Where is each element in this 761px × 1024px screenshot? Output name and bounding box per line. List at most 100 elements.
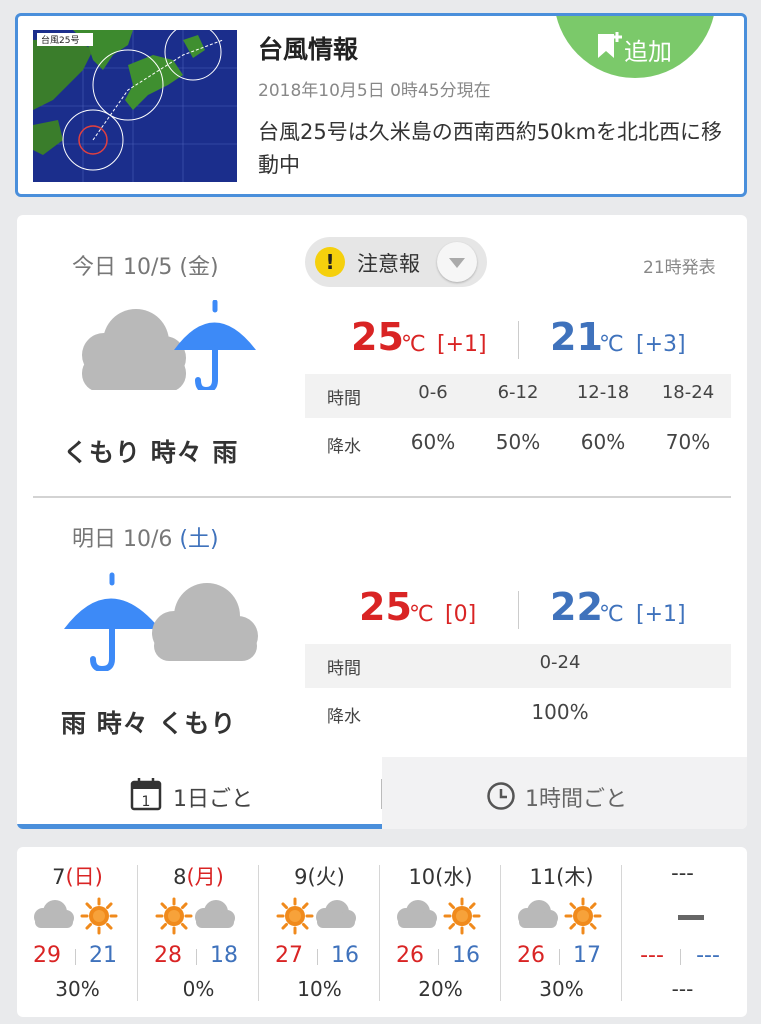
weekly-day[interactable]: 11(木) 26 17 30% — [501, 847, 622, 1017]
weekly-high: 28 — [154, 943, 182, 968]
sun-cloud-icon — [276, 897, 356, 935]
weekly-low: 17 — [573, 943, 601, 968]
tab-daily-label: 1日ごと — [173, 787, 253, 812]
umbrella-icon — [64, 572, 160, 671]
forecast-card: 今日 10/5 (金) くもり 時々 雨 ! 注意報 21時発表 25 ℃ [+… — [17, 215, 747, 829]
tomorrow-high-temp: 25 — [359, 585, 412, 629]
table-row: 降水 100% — [305, 688, 731, 740]
precip-header: 降水 — [327, 707, 361, 727]
weekly-date: 7(日) — [17, 861, 138, 891]
tomorrow-low-temp: 22 — [550, 585, 603, 629]
tomorrow-high-unit: ℃ — [409, 602, 434, 627]
weekly-day-number: 11 — [529, 865, 557, 889]
weekly-low: 18 — [210, 943, 238, 968]
weekly-high: 27 — [275, 943, 303, 968]
cloud-icon — [34, 900, 74, 928]
time-cell: 12-18 — [576, 382, 630, 403]
weekly-day[interactable]: 9(火) 27 16 10% — [259, 847, 380, 1017]
cloud-rain-icon — [82, 300, 256, 390]
weekly-low: 16 — [331, 943, 359, 968]
cloud-icon — [397, 900, 437, 928]
weekly-day-number: --- — [671, 861, 694, 885]
tomorrow-precip-table: 時間 0-24 降水 100% — [305, 644, 731, 740]
cloud-icon — [195, 900, 235, 928]
weekly-day-number: 8 — [173, 865, 187, 889]
precip-cell: 100% — [531, 700, 589, 724]
warning-alert-toggle[interactable]: ! 注意報 — [305, 237, 487, 287]
time-header: 時間 — [327, 389, 361, 409]
weekly-dow: (火) — [307, 865, 345, 889]
tab-daily[interactable]: 1 1日ごと — [17, 757, 382, 829]
weekly-day-number: 10 — [408, 865, 436, 889]
section-divider — [33, 496, 731, 498]
cloud-sun-icon — [34, 897, 118, 935]
chevron-down-icon[interactable] — [437, 242, 477, 282]
typhoon-title: 台風情報 — [258, 35, 359, 64]
tab-hourly[interactable]: 1時間ごと — [382, 757, 747, 829]
weekly-day[interactable]: --- --- --- --- — [622, 847, 743, 1017]
tomorrow-condition: 雨 時々 くもり — [61, 709, 237, 738]
typhoon-info-card[interactable]: 台風25号 台風情報 2018年10月5日 0時45分現在 台風25号は久米島の… — [15, 13, 747, 197]
temp-divider — [518, 321, 519, 359]
active-tab-underline — [17, 824, 382, 829]
calendar-day: 1 — [142, 794, 151, 810]
sun-icon — [155, 897, 193, 935]
weekly-dow: (日) — [65, 865, 103, 889]
precip-cell: 70% — [665, 430, 711, 454]
weekly-temp-divider — [196, 949, 197, 965]
weekly-high: 29 — [33, 943, 61, 968]
sun-icon — [276, 897, 314, 935]
tomorrow-low-diff: [+1] — [636, 602, 686, 627]
rain-cloud-icon — [64, 572, 258, 671]
bookmark-plus-icon — [598, 32, 622, 58]
typhoon-track-map[interactable]: 台風25号 — [33, 30, 237, 182]
weekly-temp-divider — [75, 949, 76, 965]
weekly-day[interactable]: 10(水) 26 16 20% — [380, 847, 501, 1017]
weekly-high: 26 — [396, 943, 424, 968]
cloud-sun-icon — [518, 897, 602, 935]
weekly-precip: 30% — [539, 977, 584, 1001]
tomorrow-date: 明日 10/6 — [72, 527, 180, 552]
precip-cell: 50% — [495, 430, 541, 454]
weekly-low: --- — [696, 943, 720, 968]
weekly-precip: 0% — [182, 977, 215, 1001]
table-row: 降水 60% 50% 60% 70% — [305, 418, 731, 470]
exclamation-icon: ! — [315, 247, 345, 277]
alert-label: 注意報 — [357, 252, 420, 276]
weekly-day[interactable]: 8(月) 28 18 0% — [138, 847, 259, 1017]
dash-icon — [678, 915, 704, 920]
today-label: 今日 10/5 (金) — [72, 255, 219, 280]
sun-icon — [564, 897, 602, 935]
tomorrow-temperatures: 25 ℃ [0] 22 ℃ [+1] — [359, 585, 739, 635]
today-high-unit: ℃ — [401, 332, 426, 357]
typhoon-description: 台風25号は久米島の西南西約50kmを北北西に移動中 — [258, 120, 723, 177]
weekly-precip: --- — [671, 977, 694, 1001]
weekly-forecast: 7(日) 29 21 30% 8(月) 28 18 0% 9(火) 27 16 10% 10(水) 26 1… — [17, 847, 747, 1017]
add-button[interactable]: 追加 — [554, 16, 716, 78]
precip-cell: 60% — [410, 430, 456, 454]
weekly-date: --- — [622, 861, 743, 885]
sun-cloud-icon — [155, 897, 235, 935]
tomorrow-low-unit: ℃ — [599, 602, 624, 627]
time-cell: 18-24 — [661, 382, 715, 403]
precip-header: 降水 — [327, 437, 361, 457]
weekly-precip: 10% — [297, 977, 342, 1001]
time-cell: 0-6 — [418, 382, 448, 403]
cloud-sun-icon — [397, 897, 481, 935]
weekly-dow: (月) — [186, 865, 224, 889]
weekly-day[interactable]: 7(日) 29 21 30% — [17, 847, 138, 1017]
weekly-day-number: 9 — [294, 865, 308, 889]
clock-icon — [487, 782, 515, 810]
weekly-dow: (水) — [435, 865, 473, 889]
umbrella-icon — [174, 300, 256, 390]
today-low-unit: ℃ — [599, 332, 624, 357]
weekly-precip: 20% — [418, 977, 463, 1001]
tomorrow-dow: (土) — [179, 527, 219, 552]
sun-icon — [80, 897, 118, 935]
precip-cell: 60% — [580, 430, 626, 454]
weekly-high: --- — [640, 943, 664, 968]
tomorrow-high-diff: [0] — [445, 602, 477, 627]
issued-time: 21時発表 — [643, 258, 716, 278]
time-cell: 0-24 — [539, 652, 581, 673]
calendar-icon: 1 — [130, 778, 162, 811]
